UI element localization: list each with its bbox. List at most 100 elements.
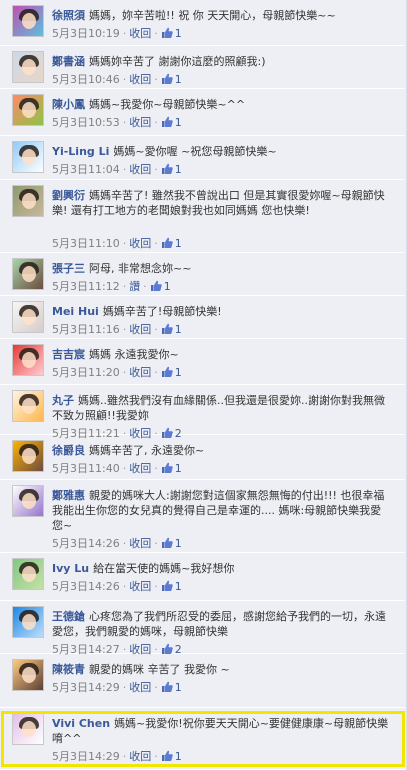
like-count[interactable]: 1 <box>175 163 182 176</box>
comment-text: 媽媽~愛你喔 ~祝您母親節快樂~ <box>113 145 277 158</box>
like-count[interactable]: 1 <box>164 280 171 293</box>
comment-meta: 5月3日14:26 · 收回 · 1 <box>52 580 182 594</box>
thumbs-up-icon[interactable] <box>161 537 173 548</box>
author-link[interactable]: Mei Hui <box>52 305 99 318</box>
comment-body: Mei Hui 媽媽辛苦了!母親節快樂! <box>52 304 392 319</box>
avatar[interactable] <box>12 440 44 472</box>
unlike-link[interactable]: 收回 <box>129 750 151 763</box>
avatar[interactable] <box>12 258 44 290</box>
author-link[interactable]: 陳小鳳 <box>52 98 85 111</box>
avatar[interactable] <box>12 51 44 83</box>
author-link[interactable]: 張子三 <box>52 262 85 275</box>
author-link[interactable]: Yi-Ling Li <box>52 145 109 158</box>
unlike-link[interactable]: 收回 <box>129 27 151 40</box>
thumbs-up-icon[interactable] <box>161 163 173 174</box>
comment-item: 徐爵良 媽媽辛苦了, 永遠愛你~ 5月3日11:40 · 收回 · 1 <box>0 435 405 480</box>
author-link[interactable]: 徐爵良 <box>52 444 85 457</box>
separator-dot: · <box>154 537 158 550</box>
like-count[interactable]: 1 <box>175 681 182 694</box>
comment-text: 媽媽 永遠我愛你~ <box>89 348 179 361</box>
unlike-link[interactable]: 收回 <box>129 366 151 379</box>
unlike-link[interactable]: 收回 <box>129 323 151 336</box>
separator-dot: · <box>122 323 127 336</box>
avatar[interactable] <box>12 94 44 126</box>
avatar[interactable] <box>12 141 44 173</box>
avatar[interactable] <box>12 659 44 691</box>
thumbs-up-icon[interactable] <box>161 580 173 591</box>
comment-body: 徐照須 媽媽，妳辛苦啦!! 祝 你 天天開心，母親節快樂~~ <box>52 8 392 23</box>
avatar[interactable] <box>12 713 44 745</box>
unlike-link[interactable]: 收回 <box>129 462 151 475</box>
timestamp[interactable]: 5月3日14:29 <box>52 681 120 694</box>
timestamp[interactable]: 5月3日11:12 <box>52 280 120 293</box>
timestamp[interactable]: 5月3日14:26 <box>52 537 120 550</box>
like-count[interactable]: 1 <box>175 237 182 250</box>
author-link[interactable]: 徐照須 <box>52 9 85 22</box>
timestamp[interactable]: 5月3日14:26 <box>52 580 120 593</box>
thumbs-up-icon[interactable] <box>161 643 173 654</box>
avatar[interactable] <box>12 5 44 37</box>
thumbs-up-icon[interactable] <box>161 462 173 473</box>
thumbs-up-icon[interactable] <box>161 116 173 127</box>
avatar[interactable] <box>12 344 44 376</box>
timestamp[interactable]: 5月3日10:53 <box>52 116 120 129</box>
author-link[interactable]: 陳筱青 <box>52 663 85 676</box>
timestamp[interactable]: 5月3日11:04 <box>52 163 120 176</box>
like-count[interactable]: 1 <box>175 580 182 593</box>
unlike-link[interactable]: 讚 <box>129 280 140 293</box>
separator-dot: · <box>122 750 127 763</box>
timestamp[interactable]: 5月3日11:20 <box>52 366 120 379</box>
unlike-link[interactable]: 收回 <box>129 163 151 176</box>
avatar[interactable] <box>12 185 44 217</box>
timestamp[interactable]: 5月3日11:40 <box>52 462 120 475</box>
avatar[interactable] <box>12 558 44 590</box>
comment-body: 陳筱青 親愛的媽咪 辛苦了 我愛你 ~ <box>52 662 392 677</box>
author-link[interactable]: 劉興衍 <box>52 189 85 202</box>
thumbs-up-icon[interactable] <box>161 323 173 334</box>
timestamp[interactable]: 5月3日10:46 <box>52 73 120 86</box>
avatar[interactable] <box>12 485 44 517</box>
comment-meta: 5月3日11:04 · 收回 · 1 <box>52 163 182 177</box>
comment-text: 媽媽~我愛你~母親節快樂~^^ <box>89 98 246 111</box>
unlike-link[interactable]: 收回 <box>129 681 151 694</box>
like-count[interactable]: 1 <box>175 462 182 475</box>
separator-dot: · <box>122 681 127 694</box>
comment-item: 徐照須 媽媽，妳辛苦啦!! 祝 你 天天開心，母親節快樂~~ 5月3日10:19 · 收… <box>0 0 405 46</box>
timestamp[interactable]: 5月3日11:16 <box>52 323 120 336</box>
separator-dot: · <box>122 116 127 129</box>
author-link[interactable]: Ivy Lu <box>52 562 89 575</box>
unlike-link[interactable]: 收回 <box>129 116 151 129</box>
like-count[interactable]: 1 <box>175 27 182 40</box>
like-count[interactable]: 1 <box>175 366 182 379</box>
unlike-link[interactable]: 收回 <box>129 537 151 550</box>
timestamp[interactable]: 5月3日11:10 <box>52 237 120 250</box>
comment-item: 吉吉宸 媽媽 永遠我愛你~ 5月3日11:20 · 收回 · 1 <box>0 339 405 385</box>
like-count[interactable]: 1 <box>175 750 182 763</box>
author-link[interactable]: 丸子 <box>52 394 74 407</box>
thumbs-up-icon[interactable] <box>161 681 173 692</box>
avatar[interactable] <box>12 301 44 333</box>
thumbs-up-icon[interactable] <box>150 280 162 291</box>
timestamp[interactable]: 5月3日14:29 <box>52 750 120 763</box>
timestamp[interactable]: 5月3日10:19 <box>52 27 120 40</box>
avatar[interactable] <box>12 390 44 422</box>
unlike-link[interactable]: 收回 <box>129 580 151 593</box>
author-link[interactable]: Vivi Chen <box>52 717 110 730</box>
thumbs-up-icon[interactable] <box>161 27 173 38</box>
author-link[interactable]: 吉吉宸 <box>52 348 85 361</box>
comment-body: 張子三 阿母, 非常想念妳~~ <box>52 261 392 276</box>
like-count[interactable]: 1 <box>175 116 182 129</box>
thumbs-up-icon[interactable] <box>161 750 173 761</box>
author-link[interactable]: 王德鎗 <box>52 610 85 623</box>
unlike-link[interactable]: 收回 <box>129 73 151 86</box>
thumbs-up-icon[interactable] <box>161 237 173 248</box>
author-link[interactable]: 鄭書涵 <box>52 55 85 68</box>
unlike-link[interactable]: 收回 <box>129 237 151 250</box>
avatar[interactable] <box>12 606 44 638</box>
like-count[interactable]: 1 <box>175 323 182 336</box>
thumbs-up-icon[interactable] <box>161 73 173 84</box>
like-count[interactable]: 1 <box>175 537 182 550</box>
author-link[interactable]: 鄭雅惠 <box>52 489 85 502</box>
thumbs-up-icon[interactable] <box>161 366 173 377</box>
like-count[interactable]: 1 <box>175 73 182 86</box>
